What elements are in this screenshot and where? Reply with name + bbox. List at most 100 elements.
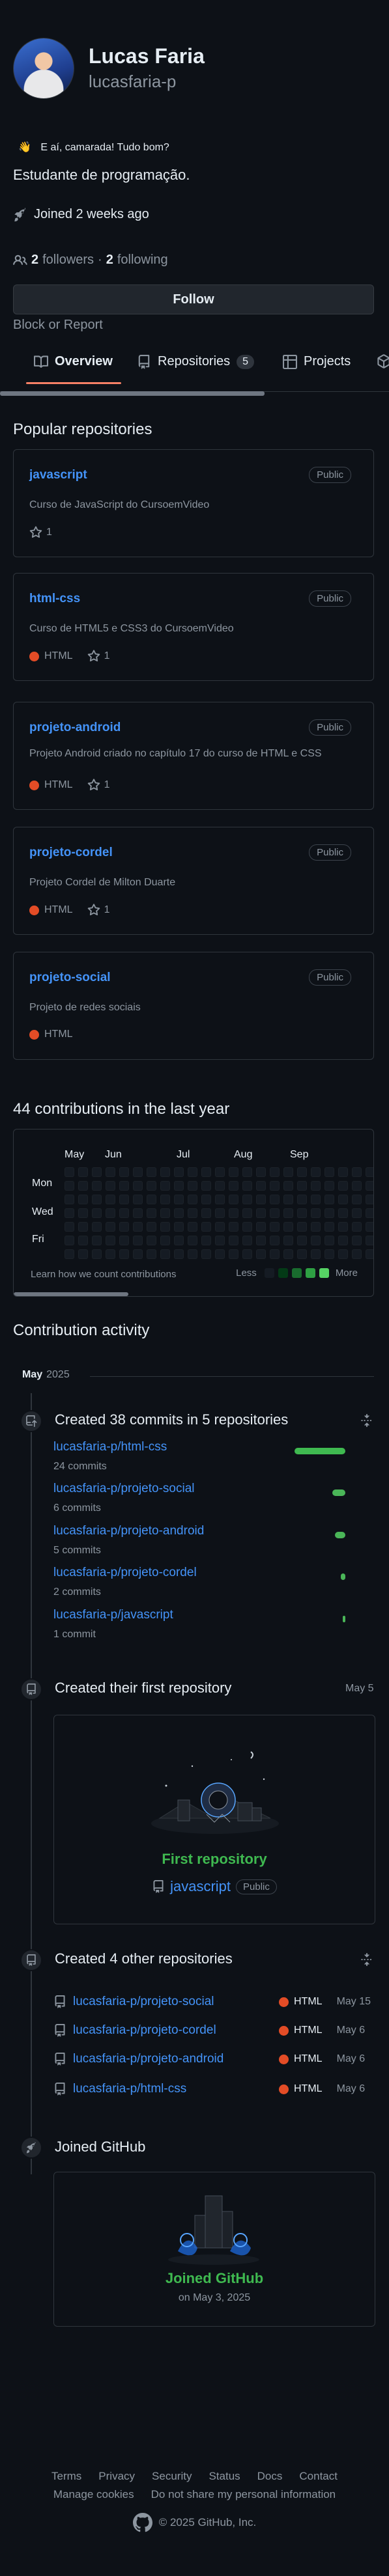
stars-link[interactable]: 1 [87, 779, 109, 792]
contribution-day[interactable] [65, 1208, 74, 1218]
contribution-day[interactable] [188, 1249, 197, 1259]
contribution-day[interactable] [133, 1181, 143, 1191]
contribution-day[interactable] [106, 1249, 115, 1259]
contribution-day[interactable] [201, 1167, 211, 1177]
github-logo-icon[interactable] [132, 2513, 152, 2532]
contribution-day[interactable] [270, 1195, 280, 1204]
contribution-day[interactable] [242, 1195, 252, 1204]
contribution-day[interactable] [147, 1208, 156, 1218]
contribution-day[interactable] [270, 1249, 280, 1259]
repo-link[interactable]: html-css [29, 592, 80, 606]
contribution-day[interactable] [65, 1222, 74, 1232]
contribution-day[interactable] [215, 1236, 225, 1245]
contribution-day[interactable] [242, 1222, 252, 1232]
contribution-day[interactable] [215, 1208, 225, 1218]
contribution-day[interactable] [78, 1236, 88, 1245]
contribution-day[interactable] [366, 1222, 373, 1232]
contribution-day[interactable] [366, 1195, 373, 1204]
contribution-day[interactable] [311, 1236, 321, 1245]
contribution-day[interactable] [338, 1208, 348, 1218]
contribution-day[interactable] [242, 1236, 252, 1245]
contribution-day[interactable] [352, 1222, 362, 1232]
contribution-day[interactable] [78, 1208, 88, 1218]
followers-link[interactable]: 2 followers [31, 253, 94, 268]
contribution-day[interactable] [215, 1222, 225, 1232]
contribution-day[interactable] [188, 1208, 197, 1218]
contribution-day[interactable] [160, 1208, 170, 1218]
contribution-day[interactable] [78, 1195, 88, 1204]
tab-overview[interactable]: Overview [34, 354, 113, 369]
contribution-day[interactable] [133, 1208, 143, 1218]
contribution-day[interactable] [324, 1195, 334, 1204]
avatar[interactable] [13, 38, 74, 99]
contribution-day[interactable] [297, 1181, 307, 1191]
created-repo-link[interactable]: lucasfaria-p/projeto-cordel [73, 2023, 216, 2038]
stars-link[interactable]: 1 [87, 904, 109, 917]
commit-repo-link[interactable]: lucasfaria-p/projeto-social [53, 1482, 195, 1496]
contribution-day[interactable] [229, 1222, 238, 1232]
contribution-day[interactable] [324, 1181, 334, 1191]
contribution-day[interactable] [133, 1195, 143, 1204]
contribution-day[interactable] [270, 1236, 280, 1245]
calendar-scrollbar[interactable] [14, 1292, 128, 1296]
footer-link-docs[interactable]: Docs [257, 2470, 283, 2483]
contribution-day[interactable] [283, 1195, 293, 1204]
contribution-day[interactable] [65, 1249, 74, 1259]
contribution-day[interactable] [147, 1181, 156, 1191]
contribution-day[interactable] [297, 1222, 307, 1232]
contribution-day[interactable] [174, 1249, 184, 1259]
contribution-day[interactable] [201, 1249, 211, 1259]
contribution-day[interactable] [133, 1167, 143, 1177]
contribution-day[interactable] [106, 1167, 115, 1177]
contribution-day[interactable] [92, 1222, 102, 1232]
contribution-day[interactable] [256, 1181, 266, 1191]
contribution-day[interactable] [256, 1249, 266, 1259]
contribution-day[interactable] [160, 1236, 170, 1245]
contribution-day[interactable] [92, 1195, 102, 1204]
contribution-day[interactable] [338, 1222, 348, 1232]
contribution-day[interactable] [297, 1249, 307, 1259]
contribution-day[interactable] [324, 1236, 334, 1245]
contribution-day[interactable] [283, 1236, 293, 1245]
contribution-day[interactable] [92, 1208, 102, 1218]
contribution-day[interactable] [92, 1236, 102, 1245]
contribution-day[interactable] [352, 1236, 362, 1245]
contribution-day[interactable] [215, 1249, 225, 1259]
contribution-day[interactable] [78, 1222, 88, 1232]
contribution-day[interactable] [201, 1222, 211, 1232]
contribution-day[interactable] [106, 1195, 115, 1204]
contribution-day[interactable] [297, 1236, 307, 1245]
contribution-day[interactable] [366, 1249, 373, 1259]
contribution-day[interactable] [119, 1222, 129, 1232]
contribution-day[interactable] [242, 1208, 252, 1218]
contribution-day[interactable] [201, 1236, 211, 1245]
contribution-day[interactable] [324, 1222, 334, 1232]
contribution-day[interactable] [270, 1222, 280, 1232]
contribution-day[interactable] [338, 1181, 348, 1191]
contribution-day[interactable] [188, 1167, 197, 1177]
repo-link[interactable]: javascript [29, 468, 87, 482]
commit-repo-link[interactable]: lucasfaria-p/html-css [53, 1440, 167, 1454]
contribution-day[interactable] [188, 1181, 197, 1191]
footer-link-do-not-share[interactable]: Do not share my personal information [151, 2488, 336, 2501]
contribution-day[interactable] [283, 1222, 293, 1232]
contribution-day[interactable] [242, 1167, 252, 1177]
footer-link-manage-cookies[interactable]: Manage cookies [53, 2488, 134, 2501]
contribution-day[interactable] [106, 1181, 115, 1191]
contribution-day[interactable] [256, 1208, 266, 1218]
contribution-day[interactable] [297, 1208, 307, 1218]
contribution-day[interactable] [283, 1167, 293, 1177]
contribution-day[interactable] [324, 1167, 334, 1177]
contribution-day[interactable] [147, 1167, 156, 1177]
commit-repo-link[interactable]: lucasfaria-p/projeto-android [53, 1524, 204, 1538]
contribution-day[interactable] [338, 1167, 348, 1177]
contribution-day[interactable] [78, 1181, 88, 1191]
contribution-day[interactable] [283, 1249, 293, 1259]
contribution-day[interactable] [174, 1167, 184, 1177]
contribution-day[interactable] [270, 1167, 280, 1177]
contribution-day[interactable] [229, 1167, 238, 1177]
created-repo-link[interactable]: lucasfaria-p/projeto-social [73, 1995, 214, 2009]
contribution-day[interactable] [256, 1222, 266, 1232]
contribution-day[interactable] [119, 1167, 129, 1177]
contribution-day[interactable] [229, 1195, 238, 1204]
